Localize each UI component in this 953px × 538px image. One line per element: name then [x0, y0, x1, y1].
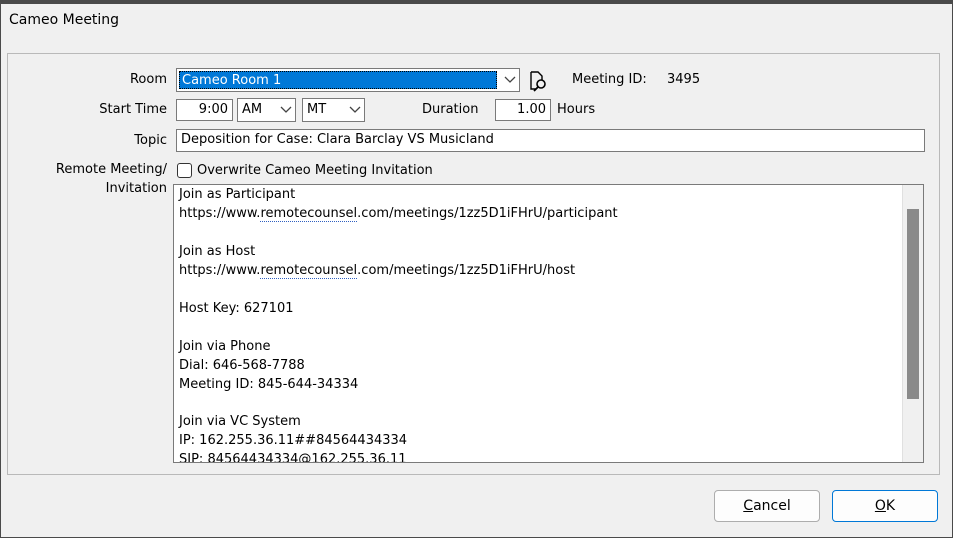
url-prefix: https://www.: [179, 206, 261, 221]
room-selected-value: Cameo Room 1: [179, 71, 497, 89]
participant-url-line: https://www.remotecounsel.com/meetings/1…: [179, 206, 618, 222]
host-url-line: https://www.remotecounsel.com/meetings/1…: [179, 263, 576, 279]
topic-input[interactable]: Deposition for Case: Clara Barclay VS Mu…: [176, 129, 925, 152]
room-lookup-icon[interactable]: [527, 70, 549, 92]
ok-label: K: [885, 498, 896, 514]
timezone-dropdown[interactable]: MT: [302, 98, 365, 122]
meeting-id-label: Meeting ID:: [572, 72, 647, 87]
meeting-id-value: 3495: [667, 72, 701, 87]
hours-label: Hours: [557, 102, 596, 117]
topic-label: Topic: [134, 133, 167, 148]
invitation-label: Invitation: [105, 181, 167, 196]
start-time-label: Start Time: [99, 102, 167, 117]
invitation-line: Join via Phone: [179, 339, 271, 354]
title-bar-strip: [1, 1, 952, 4]
url-suffix: .com/meetings/1zz5D1iFHrU/host: [357, 263, 576, 278]
url-domain-link: remotecounsel: [260, 263, 358, 279]
remote-meeting-label: Remote Meeting/: [55, 162, 167, 177]
ampm-value: AM: [242, 102, 263, 117]
invitation-textarea[interactable]: Join as Participant https://www.remoteco…: [173, 184, 924, 463]
window-title: Cameo Meeting: [9, 12, 120, 28]
scrollbar-thumb[interactable]: [907, 209, 919, 399]
invitation-line: Host Key: 627101: [179, 301, 294, 316]
chevron-down-icon[interactable]: [277, 99, 295, 121]
cancel-accelerator: C: [743, 498, 754, 514]
url-domain-link: remotecounsel: [260, 206, 358, 222]
invitation-line: SIP: 84564434334@162.255.36.11: [179, 452, 407, 463]
overwrite-invitation-checkbox[interactable]: [177, 163, 192, 178]
invitation-line: IP: 162.255.36.11##84564434334: [179, 433, 408, 448]
chevron-down-icon[interactable]: [346, 99, 364, 121]
cameo-meeting-dialog: Cameo Meeting Room Cameo Room 1 Meeting …: [0, 0, 953, 538]
ok-accelerator: O: [874, 498, 886, 514]
duration-label: Duration: [422, 102, 479, 117]
invitation-line: Join as Participant: [179, 187, 296, 202]
invitation-line: Join via VC System: [179, 414, 301, 429]
start-time-input[interactable]: 9:00: [176, 99, 233, 121]
ampm-dropdown[interactable]: AM: [237, 98, 296, 122]
room-dropdown[interactable]: Cameo Room 1: [176, 68, 520, 92]
invitation-line: Dial: 646-568-7788: [179, 358, 305, 373]
room-label: Room: [129, 72, 167, 87]
invitation-scrollbar[interactable]: [902, 185, 923, 462]
url-prefix: https://www.: [179, 263, 261, 278]
timezone-value: MT: [307, 102, 327, 117]
overwrite-invitation-label[interactable]: Overwrite Cameo Meeting Invitation: [197, 163, 433, 178]
url-suffix: .com/meetings/1zz5D1iFHrU/participant: [357, 206, 618, 221]
chevron-down-icon[interactable]: [501, 69, 519, 91]
invitation-line: Join as Host: [179, 244, 256, 259]
ok-button[interactable]: OK: [832, 490, 938, 522]
cancel-label: ancel: [753, 498, 791, 514]
duration-input[interactable]: 1.00: [495, 99, 551, 121]
invitation-line: Meeting ID: 845-644-34334: [179, 377, 359, 392]
cancel-button[interactable]: Cancel: [714, 490, 820, 522]
